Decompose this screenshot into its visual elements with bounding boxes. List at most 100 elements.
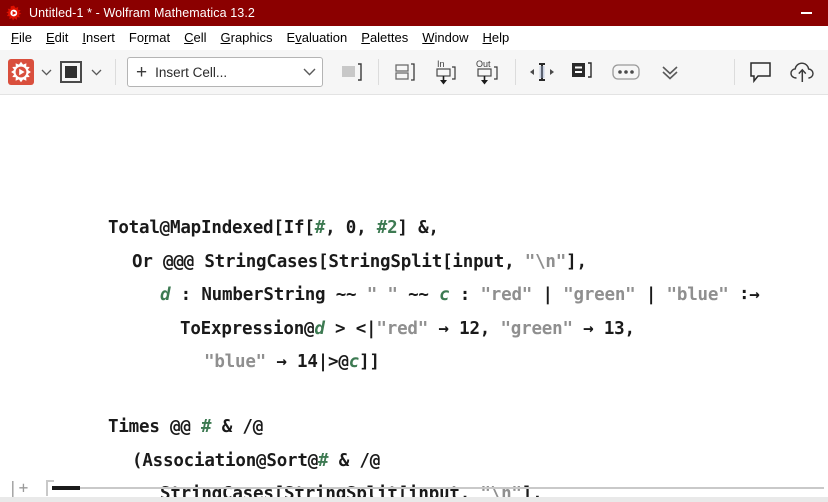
group-cells-icon [395, 63, 415, 81]
code-token-op: , [479, 318, 501, 339]
code-token-var: d [160, 285, 171, 305]
code-token-slot: #2 [376, 218, 398, 238]
cell-insertion-handle[interactable]: |+ [8, 478, 29, 497]
menu-item-cell[interactable]: Cell [177, 26, 213, 49]
cloud-upload-icon [790, 62, 814, 82]
code-token-slot: # [314, 218, 326, 238]
run-evaluate-icon [8, 59, 34, 85]
code-token-sym: Total@MapIndexed[If[ [108, 218, 315, 238]
menu-item-graphics[interactable]: Graphics [214, 26, 280, 49]
code-token-var: c [439, 285, 450, 305]
code-token-str: "\n" [524, 251, 567, 272]
menu-item-palettes[interactable]: Palettes [354, 26, 415, 49]
abort-stop-icon [60, 61, 82, 83]
menu-item-edit[interactable]: Edit [39, 26, 75, 49]
insert-input-cell-icon: In [436, 59, 456, 85]
group-cells-button[interactable] [388, 57, 422, 87]
run-evaluate-button[interactable] [6, 57, 36, 87]
toolbar: + Insert Cell... In Out [0, 50, 828, 95]
comment-button[interactable] [744, 57, 778, 87]
code-token-slot: # [318, 450, 329, 471]
notebook-canvas[interactable]: Total@MapIndexed[If[#, 0, #2] &, Or @@@ S… [0, 95, 828, 502]
toolbar-separator-3 [515, 59, 516, 85]
abort-stop-dropdown[interactable] [86, 57, 106, 87]
code-token-str: " " [366, 285, 398, 305]
duplicate-cell-button[interactable] [565, 57, 599, 87]
insert-output-cell-button[interactable]: Out [472, 57, 506, 87]
publish-to-cloud-button[interactable] [786, 57, 820, 87]
code-token-slot: # [201, 417, 212, 437]
code-token-op: → [572, 318, 604, 339]
cell-bracket-button[interactable] [335, 57, 369, 87]
code-token-var: d [314, 318, 325, 339]
run-evaluate-dropdown[interactable] [36, 57, 56, 87]
code-line: (Association@Sort@# & /@ [108, 445, 780, 479]
menu-bar: File Edit Insert Format Cell Graphics Ev… [0, 26, 828, 50]
code-token-op: |>@ [317, 352, 349, 372]
code-line: Total@MapIndexed[If[#, 0, #2] &, [108, 212, 760, 246]
toolbar-group-abort [56, 50, 106, 94]
code-token-op: → [428, 318, 460, 339]
code-line: Or @@@ StringCases[StringSplit[input, "\… [108, 246, 760, 280]
cell-insertion-rule [52, 487, 824, 489]
chevron-down-icon [91, 69, 101, 76]
code-token-op: | [635, 285, 667, 305]
plus-icon: + [136, 61, 148, 83]
code-token-op: , 0, [325, 218, 377, 238]
cell-insertion-rule-active [52, 486, 80, 490]
wolfram-spikey-icon [6, 5, 22, 21]
chevron-down-icon [41, 69, 51, 76]
code-token-str: "blue" [204, 352, 267, 372]
code-token-sym: : [449, 285, 481, 305]
code-line: d : NumberString ~~ " " ~~ c : "red" | "… [108, 279, 760, 313]
menu-item-evaluation[interactable]: Evaluation [280, 26, 355, 49]
svg-text:In: In [437, 59, 445, 69]
svg-text:Out: Out [476, 59, 491, 69]
menu-item-insert[interactable]: Insert [75, 26, 122, 49]
more-options-button[interactable] [609, 57, 643, 87]
window-title: Untitled-1 * - Wolfram Mathematica 13.2 [29, 6, 255, 20]
text-cursor-icon [530, 63, 554, 81]
toolbar-group-right [725, 50, 820, 94]
code-token-sym: ~~ [397, 285, 440, 305]
title-bar: Untitled-1 * - Wolfram Mathematica 13.2 [0, 0, 828, 26]
more-ellipsis-icon [612, 64, 640, 80]
menu-item-format[interactable]: Format [122, 26, 177, 49]
duplicate-cell-icon [572, 62, 592, 78]
code-token-op: & /@ [211, 417, 264, 437]
code-token-str: "green" [500, 318, 573, 339]
code-line: ToExpression@d > <|"red" → 12, "green" →… [108, 313, 760, 347]
code-token-var: c [348, 352, 360, 372]
code-token-op: | [532, 285, 564, 305]
code-token-num: 14 [297, 352, 318, 372]
insert-input-cell-button[interactable]: In [430, 57, 464, 87]
code-token-op: ], [566, 251, 587, 272]
code-token-op: > <| [324, 318, 377, 339]
chevron-double-down-icon [662, 66, 678, 80]
text-cursor-button[interactable] [525, 57, 559, 87]
code-token-num: 12 [459, 318, 480, 339]
window-controls [784, 0, 828, 26]
input-cell-1[interactable]: Total@MapIndexed[If[#, 0, #2] &, Or @@@ S… [108, 212, 760, 380]
minimize-button[interactable] [784, 0, 828, 26]
comment-bubble-icon [750, 62, 771, 84]
menu-item-help[interactable]: Help [476, 26, 517, 49]
menu-item-file[interactable]: File [4, 26, 39, 49]
code-token-sym: Or @@@ StringCases[StringSplit[input, [132, 251, 525, 272]
code-line: Times @@ # & /@ [108, 411, 780, 445]
menu-item-window[interactable]: Window [415, 26, 475, 49]
abort-stop-button[interactable] [56, 57, 86, 87]
code-token-str: "red" [376, 318, 429, 339]
code-line: "blue" → 14|>@c]] [108, 346, 760, 380]
code-token-sym: : NumberString ~~ [170, 285, 367, 305]
code-token-op: ] &, [397, 218, 439, 238]
code-token-sym: Times @@ [108, 417, 202, 437]
code-token-op: ∶→ [728, 285, 760, 305]
toolbar-separator-2 [378, 59, 379, 85]
insert-cell-dropdown[interactable]: + Insert Cell... [127, 57, 323, 87]
show-more-toolbar-button[interactable] [653, 57, 687, 87]
code-token-str: "blue" [666, 285, 729, 305]
insert-cell-label: Insert Cell... [155, 64, 228, 80]
cell-bracket-icon [342, 63, 362, 81]
code-token-num: 13 [603, 318, 625, 339]
